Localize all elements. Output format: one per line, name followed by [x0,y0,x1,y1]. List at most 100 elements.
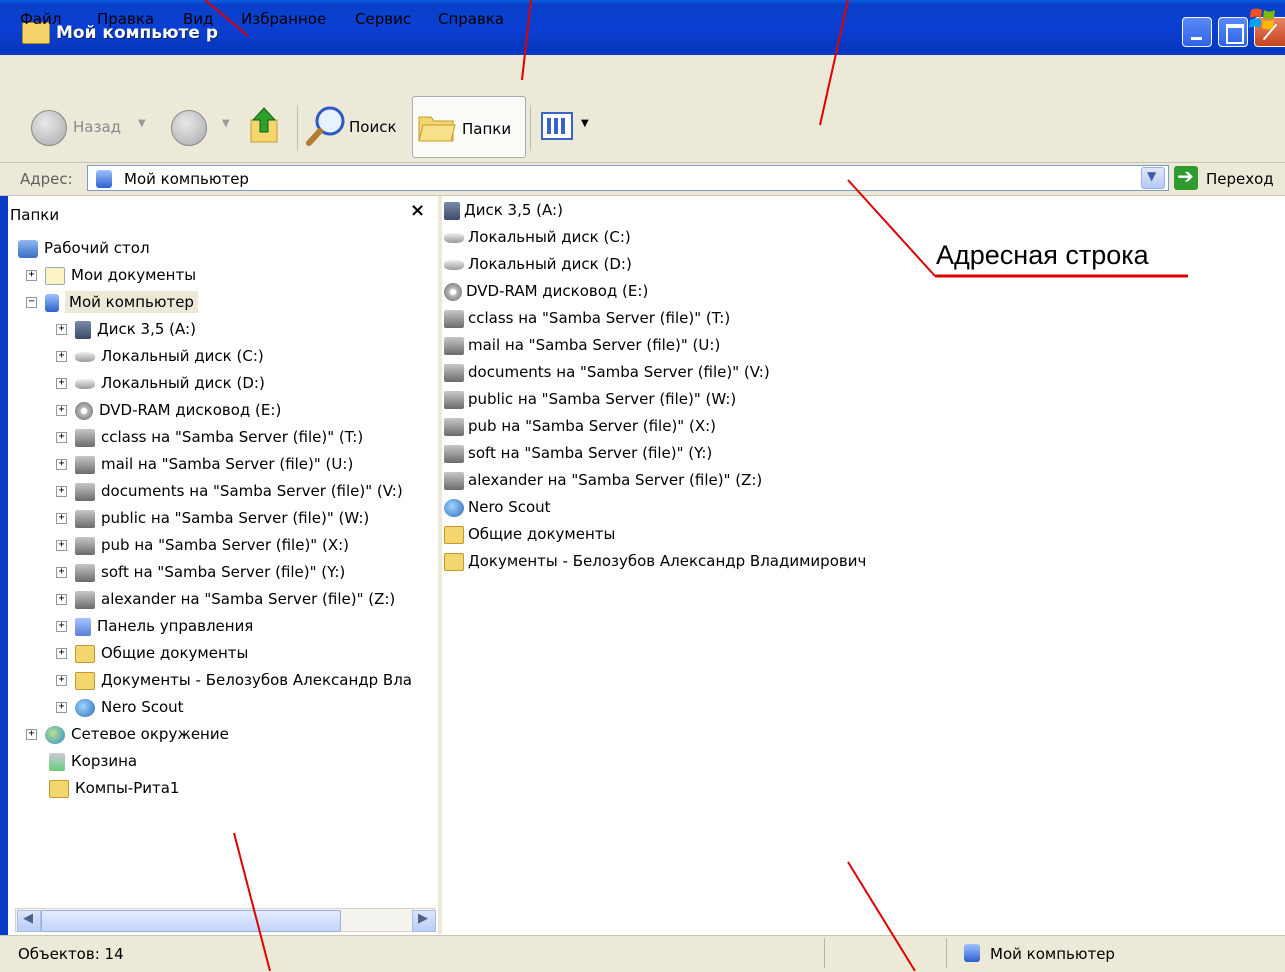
expand-icon[interactable]: + [56,459,67,470]
toolbar-separator [530,105,531,151]
expand-icon[interactable]: + [56,594,67,605]
views-icon[interactable] [541,112,573,140]
menu-edit[interactable]: Правка [97,10,154,28]
scroll-left-button[interactable]: ◀ [17,910,41,932]
tree-item-drive-c[interactable]: + Локальный диск (C:) [14,343,436,370]
tree-item-network[interactable]: + Сетевое окружение [14,721,436,748]
tree-item-drive-d[interactable]: + Локальный диск (D:) [14,370,436,397]
tree-item-shared-docs[interactable]: + Общие документы [14,640,436,667]
menu-view[interactable]: Вид [183,10,213,28]
tree-item-label: Рабочий стол [44,239,150,257]
menu-tools[interactable]: Сервис [355,10,411,28]
search-icon[interactable] [304,104,348,148]
tree-item-my-computer[interactable]: − Мой компьютер [14,289,436,316]
annotation-label: Адресная строка [936,240,1149,270]
list-item-label: Общие документы [468,525,616,543]
tree-item-net-v[interactable]: + documents на "Samba Server (file)" (V:) [14,478,436,505]
search-button-label[interactable]: Поиск [349,118,397,136]
address-input[interactable] [87,165,1169,191]
expand-icon[interactable]: + [56,432,67,443]
folder-icon [444,552,464,571]
address-value[interactable]: Мой компьютер [124,170,249,188]
tree-item-floppy[interactable]: + Диск 3,5 (A:) [14,316,436,343]
list-item-label: Локальный диск (D:) [468,255,632,273]
list-item[interactable]: Локальный диск (D:) [444,251,1284,278]
expand-icon[interactable]: + [26,729,37,740]
list-item[interactable]: documents на "Samba Server (file)" (V:) [444,359,1284,386]
tree-item-recycle-bin[interactable]: Корзина [14,748,436,775]
back-dropdown-icon[interactable]: ▼ [138,118,146,129]
expand-icon[interactable]: + [56,513,67,524]
tree-item-desktop[interactable]: Рабочий стол [14,235,436,262]
expand-icon[interactable]: + [56,648,67,659]
menu-help[interactable]: Справка [438,10,504,28]
tree-item-net-y[interactable]: + soft на "Samba Server (file)" (Y:) [14,559,436,586]
views-dropdown-icon[interactable]: ▼ [581,118,589,129]
folder-icon [75,644,95,663]
dvd-drive-icon [444,282,462,301]
back-arrow-icon[interactable] [31,110,67,146]
tree-item-label: Мой компьютер [65,291,198,313]
tree-item-net-x[interactable]: + pub на "Samba Server (file)" (X:) [14,532,436,559]
tree-item-label: Сетевое окружение [71,725,229,743]
back-button-label[interactable]: Назад [73,118,121,136]
tree-item-net-t[interactable]: + cclass на "Samba Server (file)" (T:) [14,424,436,451]
tree-item-nero-scout[interactable]: + Nero Scout [14,694,436,721]
tree-item-my-documents[interactable]: + Мои документы [14,262,436,289]
list-item[interactable]: pub на "Samba Server (file)" (X:) [444,413,1284,440]
address-dropdown-button[interactable]: ▼ [1141,167,1165,189]
list-item-label: DVD-RAM дисковод (E:) [466,282,649,300]
list-item-label: Nero Scout [468,498,551,516]
list-item[interactable]: Локальный диск (C:) [444,224,1284,251]
expand-icon[interactable]: + [56,675,67,686]
menu-favorites[interactable]: Избранное [241,10,326,28]
close-pane-icon[interactable]: × [410,200,425,221]
tree-item-label: Локальный диск (C:) [101,347,264,365]
list-item[interactable]: public на "Samba Server (file)" (W:) [444,386,1284,413]
tree-item-label: mail на "Samba Server (file)" (U:) [101,455,354,473]
tree-item-net-w[interactable]: + public на "Samba Server (file)" (W:) [14,505,436,532]
up-folder-icon[interactable] [247,106,283,146]
list-item[interactable]: Общие документы [444,521,1284,548]
expand-icon[interactable]: + [56,702,67,713]
tree-item-label: alexander на "Samba Server (file)" (Z:) [101,590,396,608]
go-button-label[interactable]: Переход [1206,170,1274,188]
expand-icon[interactable]: + [56,540,67,551]
tree-item-net-z[interactable]: + alexander на "Samba Server (file)" (Z:) [14,586,436,613]
expand-icon[interactable]: + [56,324,67,335]
tree-item-control-panel[interactable]: + Панель управления [14,613,436,640]
list-item[interactable]: mail на "Samba Server (file)" (U:) [444,332,1284,359]
collapse-icon[interactable]: − [26,297,37,308]
list-item[interactable]: soft на "Samba Server (file)" (Y:) [444,440,1284,467]
scrollbar-thumb[interactable] [41,910,341,932]
forward-arrow-icon[interactable] [171,110,207,146]
my-computer-icon [45,293,59,312]
tree-item-user-docs[interactable]: + Документы - Белозубов Александр Вла [14,667,436,694]
tree-item-kompy-rita[interactable]: Компы-Рита1 [14,775,436,802]
floppy-drive-icon [444,201,460,220]
expand-icon[interactable]: + [56,567,67,578]
list-item[interactable]: Документы - Белозубов Александр Владимир… [444,548,1284,575]
list-item[interactable]: cclass на "Samba Server (file)" (T:) [444,305,1284,332]
list-item[interactable]: DVD-RAM дисковод (E:) [444,278,1284,305]
expand-icon[interactable]: + [56,405,67,416]
expand-icon[interactable]: + [56,351,67,362]
desktop-icon [18,239,38,258]
maximize-button[interactable] [1218,17,1248,47]
list-item[interactable]: Nero Scout [444,494,1284,521]
expand-icon[interactable]: + [56,486,67,497]
menu-file[interactable]: Файл [20,10,61,28]
go-arrow-icon[interactable]: ➔ [1174,164,1198,190]
scroll-right-button[interactable]: ▶ [412,910,436,932]
forward-dropdown-icon[interactable]: ▼ [222,118,230,129]
tree-item-dvd[interactable]: + DVD-RAM дисковод (E:) [14,397,436,424]
list-item[interactable]: alexander на "Samba Server (file)" (Z:) [444,467,1284,494]
expand-icon[interactable]: + [26,270,37,281]
expand-icon[interactable]: + [56,378,67,389]
floppy-drive-icon [75,320,91,339]
list-item-label: mail на "Samba Server (file)" (U:) [468,336,721,354]
expand-icon[interactable]: + [56,621,67,632]
tree-item-net-u[interactable]: + mail на "Samba Server (file)" (U:) [14,451,436,478]
minimize-button[interactable] [1182,17,1212,47]
list-item[interactable]: Диск 3,5 (A:) [444,197,1284,224]
